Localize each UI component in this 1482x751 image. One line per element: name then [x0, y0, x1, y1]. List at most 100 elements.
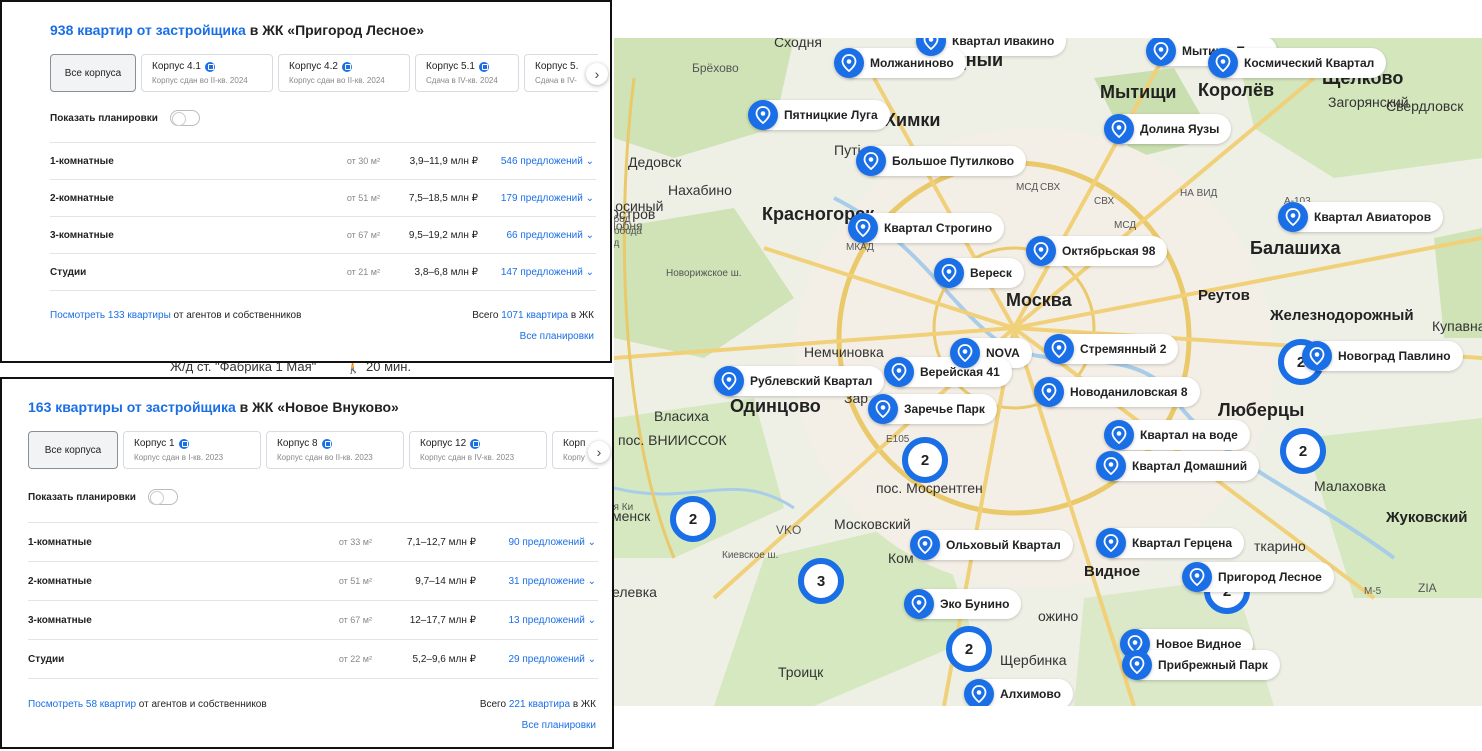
map-complex-pin[interactable]: Квартал Герцена — [1096, 528, 1245, 558]
map-place-label: Московский — [834, 516, 911, 532]
complex-name: Квартал Домашний — [1110, 451, 1260, 481]
room-price-range: 7,5–18,5 млн ₽ — [408, 193, 478, 204]
building-tab-2[interactable]: Корпус 8 Корпус сдан во II-кв. 2023 — [266, 431, 404, 469]
cluster-count: 2 — [1298, 442, 1308, 460]
developer-apartments-link[interactable]: 163 квартиры от застройщика — [28, 399, 236, 415]
map-complex-pin[interactable]: Квартал Строгино — [848, 213, 1005, 243]
map-complex-pin[interactable]: Стремянный 2 — [1044, 334, 1179, 364]
offers-link[interactable]: 90 предложений ⌄ — [508, 537, 596, 548]
room-type-row[interactable]: 1-комнатные от 30 м² 3,9–11,9 млн ₽ 546 пре… — [50, 142, 596, 179]
offers-link[interactable]: 13 предложений ⌄ — [508, 615, 596, 626]
building-tabs: Все корпуса Корпус 4.1 Корпус сдан во II-к… — [50, 54, 598, 92]
tab-delivery-date: Корпус сдан во II-кв. 2024 — [152, 76, 248, 85]
map-road-label: ад — [614, 238, 620, 249]
offers-link[interactable]: 29 предложений ⌄ — [508, 654, 596, 665]
tab-delivery-date: Сдача в IV-кв. 2024 — [426, 76, 498, 85]
map-place-label: ткарино — [1254, 538, 1306, 554]
map-complex-pin[interactable]: Верейская 41 — [884, 357, 1012, 387]
map-complex-pin[interactable]: Новоград Павлино — [1302, 341, 1463, 371]
building-tab-2[interactable]: Корпус 4.2 Корпус сдан во II-кв. 2024 — [278, 54, 410, 92]
map-complex-pin[interactable]: Пригород Лесное — [1182, 562, 1334, 592]
room-type-row[interactable]: 2-комнатные от 51 м² 7,5–18,5 млн ₽ 179 пре… — [50, 179, 596, 216]
map-complex-pin[interactable]: Ольховый Квартал — [910, 530, 1073, 560]
developer-apartments-link[interactable]: 938 квартир от застройщика — [50, 22, 246, 38]
total-apartments-link[interactable]: 1071 квартира — [501, 310, 568, 321]
map-place-label: ZIA — [1418, 581, 1437, 595]
map-complex-pin[interactable]: Большое Путилково — [856, 146, 1027, 176]
location-pin-icon — [1096, 528, 1126, 558]
tab-label: Корпус 1 — [134, 438, 175, 449]
all-layouts-link[interactable]: Все планировки — [522, 720, 596, 731]
map-complex-pin[interactable]: Эко Бунино — [904, 589, 1022, 619]
map-complex-pin[interactable]: Новоданиловская 8 — [1034, 377, 1200, 407]
cluster-count: 3 — [816, 572, 826, 590]
room-type-name: 1-комнатные — [50, 156, 114, 167]
agents-apartments-link[interactable]: Посмотреть 58 квартир — [28, 699, 136, 710]
room-type-row[interactable]: Студии от 22 м² 5,2–9,6 млн ₽ 29 предложени… — [28, 639, 598, 678]
offers-link[interactable]: 179 предложений ⌄ — [501, 193, 594, 204]
map-place-label: VKO — [776, 523, 802, 537]
building-tab-3[interactable]: Корпус 12 Корпус сдан в IV-кв. 2023 — [409, 431, 547, 469]
map-place-label: Балашиха — [1250, 238, 1341, 258]
room-type-row[interactable]: Студии от 21 м² 3,8–6,8 млн ₽ 147 предложен… — [50, 253, 596, 290]
map-road-label: ая Ки — [614, 502, 634, 513]
map-place-label: Купавна — [1432, 318, 1482, 334]
map-complex-pin[interactable]: Прибрежный Парк — [1122, 650, 1280, 680]
location-pin-icon — [1044, 334, 1074, 364]
room-type-name: 1-комнатные — [28, 537, 92, 548]
building-tab-1[interactable]: Корпус 4.1 Корпус сдан во II-кв. 2024 — [141, 54, 273, 92]
offers-link[interactable]: 546 предложений ⌄ — [501, 156, 594, 167]
complex-name: Стремянный 2 — [1058, 334, 1179, 364]
map-complex-pin[interactable]: Октябрьская 98 — [1026, 236, 1168, 266]
map-cluster[interactable]: 2 — [670, 496, 716, 542]
map-cluster[interactable]: 3 — [798, 558, 844, 604]
tabs-next-button[interactable]: › — [588, 441, 610, 463]
all-layouts-link[interactable]: Все планировки — [520, 331, 594, 342]
room-type-row[interactable]: 2-комнатные от 51 м² 9,7–14 млн ₽ 31 предло… — [28, 561, 598, 600]
tabs-next-button[interactable]: › — [586, 63, 608, 85]
map-complex-pin[interactable]: Рублевский Квартал — [714, 366, 885, 396]
map-cluster[interactable]: 2 — [1280, 428, 1326, 474]
building-tab-3[interactable]: Корпус 5.1 Сдача в IV-кв. 2024 — [415, 54, 519, 92]
building-tab-1[interactable]: Корпус 1 Корпус сдан в I-кв. 2023 — [123, 431, 261, 469]
building-tab-0[interactable]: Все корпуса — [50, 54, 136, 92]
room-type-row[interactable]: 3-комнатные от 67 м² 9,5–19,2 млн ₽ 66 пред… — [50, 216, 596, 253]
room-price-range: 3,8–6,8 млн ₽ — [414, 267, 478, 278]
tab-label: Корп — [563, 438, 586, 449]
show-layouts-toggle[interactable] — [169, 110, 200, 126]
location-pin-icon — [1104, 420, 1134, 450]
map-complex-pin[interactable]: Долина Яузы — [1104, 114, 1232, 144]
map-place-label: Химки — [884, 110, 941, 130]
map-cluster[interactable]: 2 — [902, 437, 948, 483]
map-complex-pin[interactable]: Вереск — [934, 258, 1024, 288]
room-type-row[interactable]: 3-комнатные от 67 м² 12–17,7 млн ₽ 13 предл… — [28, 600, 598, 639]
walk-icon: 🚶 — [345, 363, 362, 374]
map-complex-pin[interactable]: Квартал Авиаторов — [1278, 202, 1444, 232]
map-complex-pin[interactable]: Квартал Ивакино — [916, 38, 1067, 56]
map-place-label: Троицк — [778, 664, 824, 680]
background-page-strip: Ж/д ст. "Фабрика 1 Мая" 🚶 20 мин. — [0, 363, 614, 377]
room-type-row[interactable]: 1-комнатные от 33 м² 7,1–12,7 млн ₽ 90 пред… — [28, 522, 598, 561]
map-view[interactable]: Сходня Брёхово рудный Химки Мытищи Королёв Щёл… — [614, 38, 1482, 706]
map-cluster[interactable]: 2 — [946, 626, 992, 672]
building-tab-0[interactable]: Все корпуса — [28, 431, 118, 469]
map-complex-pin[interactable]: Пятницкие Луга — [748, 100, 890, 130]
room-type-table: 1-комнатные от 33 м² 7,1–12,7 млн ₽ 90 пред… — [28, 522, 598, 679]
map-complex-pin[interactable]: Космический Квартал — [1208, 48, 1387, 78]
map-complex-pin[interactable]: Алхимово — [964, 679, 1073, 706]
total-apartments-link[interactable]: 221 квартира — [509, 699, 570, 710]
location-pin-icon — [1122, 650, 1152, 680]
map-complex-pin[interactable]: Заречье Парк — [868, 394, 997, 424]
offers-link[interactable]: 147 предложений ⌄ — [501, 267, 594, 278]
offers-link[interactable]: 66 предложений ⌄ — [506, 230, 594, 241]
map-complex-pin[interactable]: Квартал на воде — [1104, 420, 1250, 450]
map-complex-pin[interactable]: Молжаниново — [834, 48, 966, 78]
map-complex-pin[interactable]: Квартал Домашний — [1096, 451, 1260, 481]
show-layouts-toggle[interactable] — [147, 489, 178, 505]
offers-link[interactable]: 31 предложение ⌄ — [508, 576, 596, 587]
complex-name: Рублевский Квартал — [728, 366, 885, 396]
station-text: Ж/д ст. "Фабрика 1 Мая" — [170, 363, 317, 374]
map-place-label: Власиха — [654, 408, 709, 424]
agents-apartments-link[interactable]: Посмотреть 133 квартиры — [50, 310, 171, 321]
map-place-label: пос. ВНИИССОК — [618, 432, 727, 448]
